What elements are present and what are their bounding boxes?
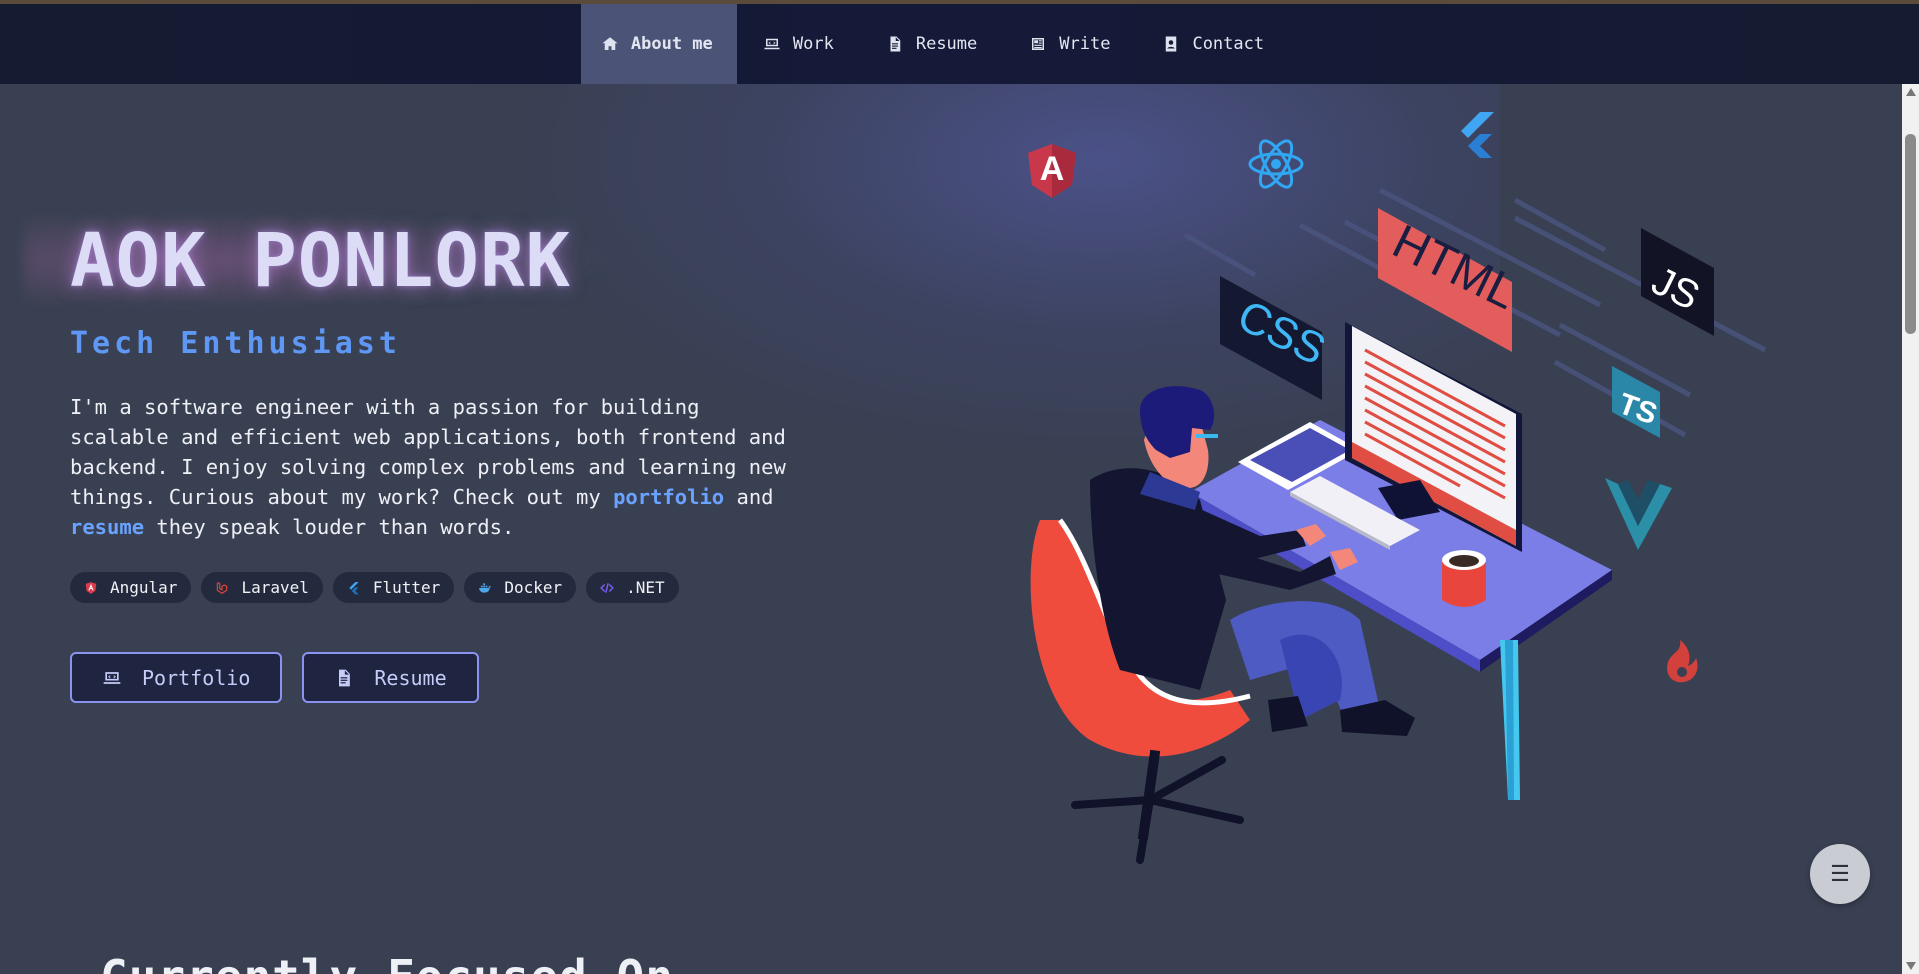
scroll-up-arrow-icon[interactable] <box>1906 88 1916 96</box>
resume-link[interactable]: resume <box>70 515 144 539</box>
nav-item-work[interactable]: Work <box>737 4 860 84</box>
tag-label: Laravel <box>241 578 309 597</box>
flutter-icon <box>349 581 359 594</box>
tag-laravel: Laravel <box>201 572 323 603</box>
nav-item-write[interactable]: Write <box>1003 4 1136 84</box>
menu-icon: ☰ <box>1830 861 1850 887</box>
bio-text: they speak louder than words. <box>144 515 515 539</box>
tag-docker: Docker <box>464 572 577 603</box>
floating-menu-button[interactable]: ☰ <box>1810 844 1870 904</box>
home-icon <box>602 37 618 50</box>
flutter-logo-icon <box>1461 112 1494 158</box>
hero-name: AOK PONLORK <box>70 218 572 304</box>
contact-card-icon <box>1166 36 1177 52</box>
js-card: JS <box>1641 228 1714 336</box>
nav-item-contact[interactable]: Contact <box>1136 4 1290 84</box>
resume-button-label: Resume <box>374 665 447 690</box>
scroll-down-arrow-icon[interactable] <box>1906 962 1916 970</box>
newspaper-icon <box>1032 38 1045 50</box>
laptop-icon <box>103 671 121 684</box>
tag-dotnet: .NET <box>586 572 679 603</box>
angular-logo-letter: A <box>1040 150 1065 188</box>
docker-icon <box>479 582 492 593</box>
portfolio-link[interactable]: portfolio <box>613 485 724 509</box>
laravel-icon <box>217 581 228 594</box>
tech-tags: Angular Laravel Flutter Docker .NET <box>70 572 679 603</box>
document-icon <box>890 36 901 52</box>
nav-item-label: About me <box>630 34 713 54</box>
tag-angular: Angular <box>70 572 192 603</box>
angular-logo-icon: A <box>1028 144 1076 198</box>
nav-item-label: Contact <box>1192 34 1265 54</box>
nav-item-label: Resume <box>915 34 978 54</box>
bio-text: and <box>724 485 774 509</box>
resume-button[interactable]: Resume <box>302 652 479 703</box>
portfolio-button-label: Portfolio <box>142 665 251 690</box>
laptop-icon <box>764 38 780 50</box>
scrollbar-thumb[interactable] <box>1905 134 1916 334</box>
code-icon <box>600 582 614 593</box>
tag-label: Angular <box>110 578 178 597</box>
angular-icon <box>85 581 97 594</box>
section-title: Currently Focused On <box>100 950 674 974</box>
nav-item-about[interactable]: About me <box>580 4 737 84</box>
nav-item-label: Work <box>792 34 834 54</box>
hero-bio: I'm a software engineer with a passion f… <box>70 392 810 542</box>
tag-label: Docker <box>504 578 563 597</box>
document-icon <box>339 669 351 686</box>
hero-subtitle: Tech Enthusiast <box>70 326 401 361</box>
hero-actions: Portfolio Resume <box>70 652 479 703</box>
nav-item-resume[interactable]: Resume <box>860 4 1003 84</box>
laravel-logo-icon <box>1667 640 1698 683</box>
react-logo-icon <box>1248 139 1304 189</box>
tag-label: .NET <box>626 578 665 597</box>
tag-label: Flutter <box>372 578 441 597</box>
developer-illustration: A CSS HTML JS TS <box>1028 112 1767 864</box>
nav-item-label: Write <box>1059 34 1111 54</box>
scrollbar[interactable] <box>1902 84 1919 974</box>
css-card: CSS <box>1220 276 1333 400</box>
top-nav: About me Work Resume Write Contact <box>0 4 1919 84</box>
vue-logo-icon <box>1605 478 1672 550</box>
portfolio-button[interactable]: Portfolio <box>70 652 283 703</box>
tag-flutter: Flutter <box>332 572 455 603</box>
coffee-cup <box>1442 550 1486 607</box>
